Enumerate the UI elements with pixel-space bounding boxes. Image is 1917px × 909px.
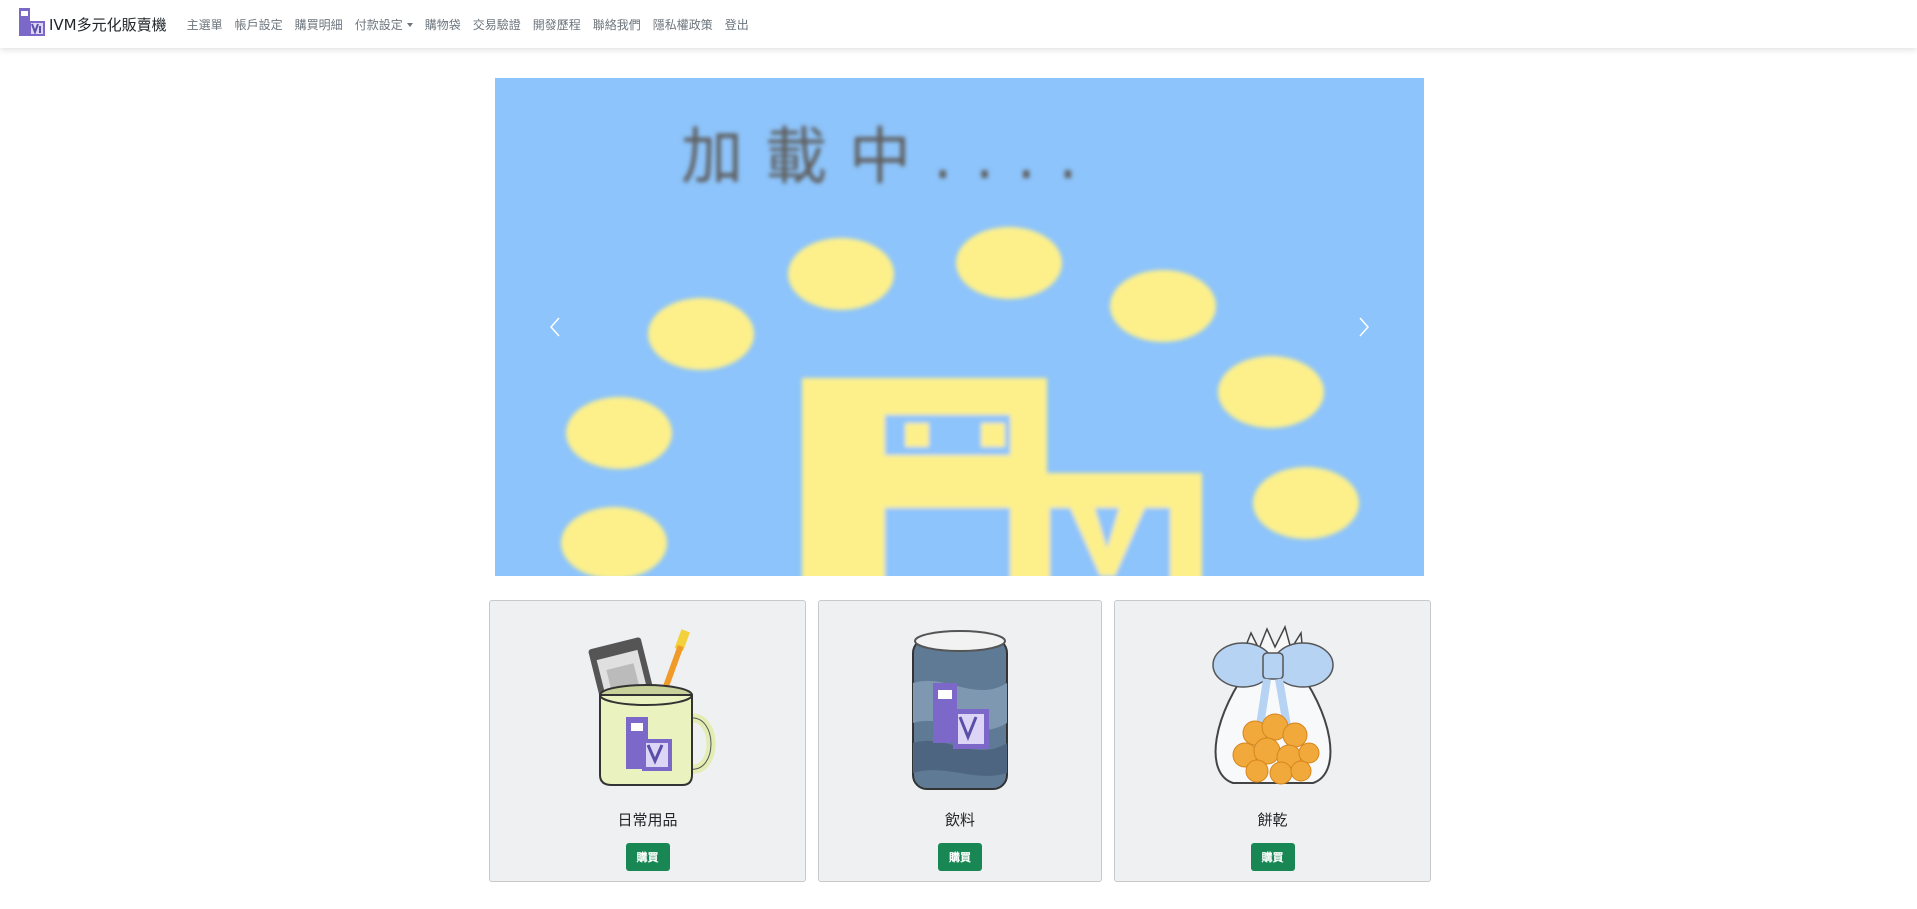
nav-item-payment-settings[interactable]: 付款設定: [355, 16, 413, 33]
nav-item-main-menu[interactable]: 主選單: [187, 16, 223, 33]
product-card-drinks: 飲料 購買: [818, 600, 1102, 882]
buy-button-cookies[interactable]: 購買: [1250, 843, 1295, 871]
image-carousel: 加載中....: [495, 78, 1424, 576]
nav-item-transaction-verify[interactable]: 交易驗證: [473, 16, 521, 33]
payment-settings-label: 付款設定: [354, 17, 403, 32]
chevron-right-icon: [1357, 316, 1371, 338]
nav-item-privacy-policy[interactable]: 隱私權政策: [653, 16, 713, 33]
product-card-cookies: 餅乾 購買: [1114, 600, 1431, 882]
brand-link[interactable]: IVM多元化販賣機: [17, 7, 167, 41]
carousel-prev-button[interactable]: [495, 78, 615, 576]
top-navbar: IVM多元化販賣機 主選單 帳戶設定 購買明細 付款設定 購物袋 交易驗證 開發…: [0, 0, 1917, 48]
carousel-next-button[interactable]: [1304, 78, 1424, 576]
caret-down-icon: [406, 23, 413, 27]
product-name-daily-goods: 日常用品: [617, 811, 678, 829]
nav-item-contact-us[interactable]: 聯絡我們: [593, 16, 641, 33]
nav-item-account-settings[interactable]: 帳戶設定: [235, 16, 283, 33]
buy-button-daily-goods[interactable]: 購買: [625, 843, 670, 871]
product-name-drinks: 飲料: [944, 811, 975, 829]
slide-loading-text: 加載中....: [681, 120, 1100, 193]
mug-icon: [578, 623, 718, 797]
can-icon: [905, 623, 1015, 799]
chevron-left-icon: [548, 316, 562, 338]
product-card-daily-goods: 日常用品 購買: [489, 600, 806, 882]
buy-button-drinks[interactable]: 購買: [938, 843, 982, 871]
nav-item-logout[interactable]: 登出: [725, 16, 749, 33]
nav-item-purchase-details[interactable]: 購買明細: [295, 16, 343, 33]
cookie-bag-icon: [1203, 623, 1343, 799]
nav-item-shopping-bag[interactable]: 購物袋: [425, 16, 461, 33]
brand-name: IVM多元化販賣機: [49, 15, 167, 34]
product-name-cookies: 餅乾: [1257, 811, 1288, 829]
loading-slide-image: 加載中....: [495, 78, 1424, 576]
ivm-logo-icon: [17, 7, 47, 41]
nav-links: 主選單 帳戶設定 購買明細 付款設定 購物袋 交易驗證 開發歷程 聯絡我們 隱私…: [181, 16, 755, 33]
nav-item-dev-history[interactable]: 開發歷程: [533, 16, 581, 33]
